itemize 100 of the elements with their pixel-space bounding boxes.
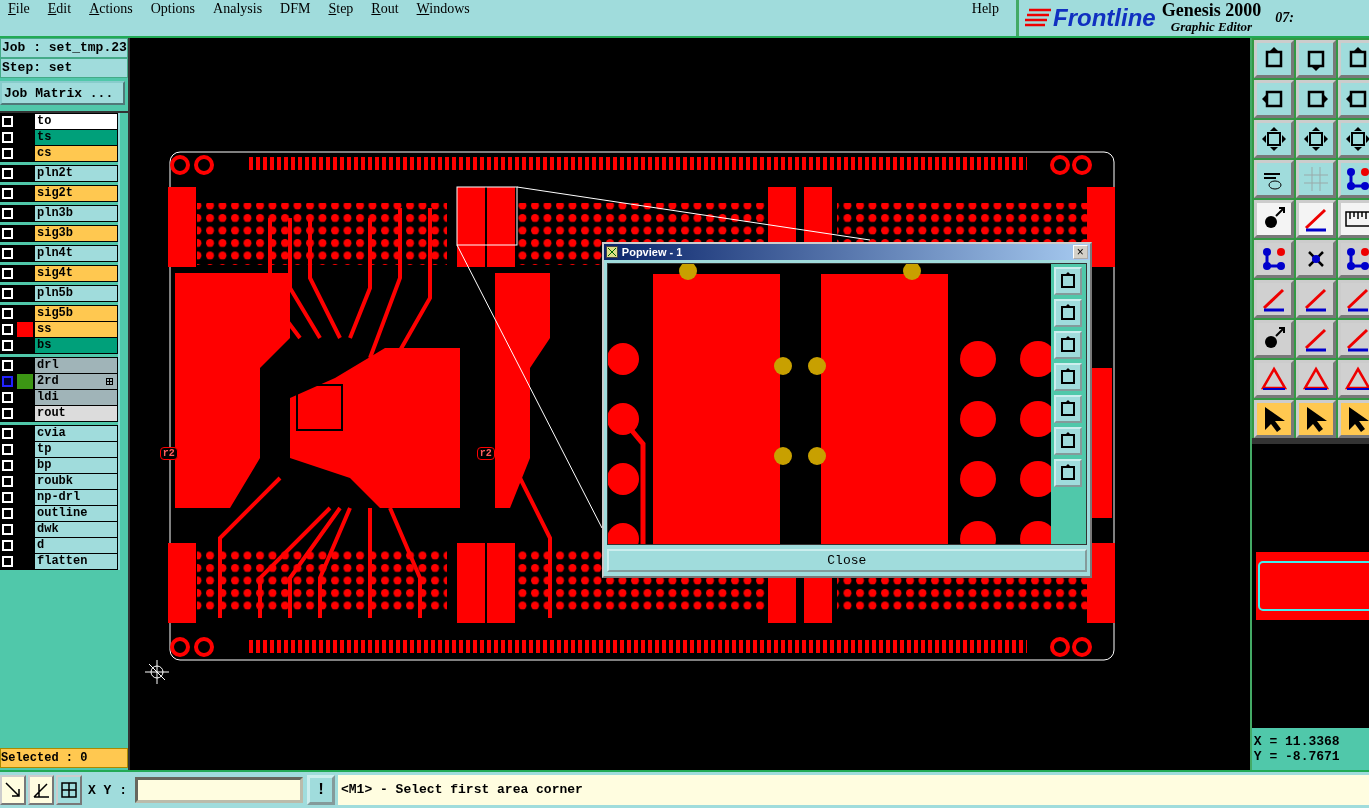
tool-button[interactable] (1295, 320, 1336, 358)
layer-name[interactable]: drl (35, 358, 117, 373)
tool-button[interactable] (1253, 280, 1294, 318)
layer-name[interactable]: dwk (35, 522, 117, 537)
layer-name[interactable]: rout (35, 406, 117, 421)
dots-icon (1344, 246, 1369, 272)
tool-button[interactable] (1295, 360, 1336, 398)
layer-name[interactable]: ss (35, 322, 117, 337)
expand-icon (1302, 126, 1329, 152)
layer-name[interactable]: pln4t (35, 246, 117, 261)
angle-icon (31, 780, 51, 800)
line-icon (1302, 206, 1329, 232)
layer-name[interactable]: ldi (35, 390, 117, 405)
tool-button[interactable] (1295, 120, 1336, 158)
view-button[interactable] (1054, 331, 1083, 360)
menu-item[interactable]: Options (141, 1, 205, 17)
job-name: Job : set_tmp.23 (0, 38, 128, 58)
stripes-icon (1025, 8, 1051, 28)
view-button[interactable] (1054, 395, 1083, 424)
menu-item[interactable]: Edit (38, 1, 81, 17)
layer-name[interactable]: cs (35, 146, 117, 161)
layer-name[interactable]: ts (35, 130, 117, 145)
menu-item[interactable]: Windows (407, 1, 479, 17)
status-message: <M1> - Select first area corner (338, 775, 1369, 805)
tool-button[interactable] (1337, 320, 1369, 358)
close-button[interactable]: × (1072, 245, 1088, 259)
layer-name[interactable]: cvia (35, 426, 117, 441)
tool-button[interactable] (1253, 400, 1294, 438)
view-button[interactable] (1054, 459, 1083, 488)
tool-button[interactable] (1337, 160, 1369, 198)
product-subtitle: Graphic Editor (1170, 19, 1253, 35)
menu-item[interactable]: Actions (80, 1, 142, 17)
tool-button[interactable] (1295, 240, 1336, 278)
layer-name[interactable]: bp (35, 458, 117, 473)
layer-name[interactable]: 2rd (35, 374, 117, 389)
xy-input-field[interactable] (135, 777, 303, 803)
window-icon (605, 246, 618, 258)
x-coordinate: X = 11.3368 (1253, 734, 1341, 749)
menu-item[interactable]: DFM (271, 1, 320, 17)
tool-button[interactable] (1253, 160, 1294, 198)
view-button[interactable] (1054, 427, 1083, 456)
zoom-area-frame (456, 186, 518, 246)
tool-button[interactable] (1253, 40, 1294, 78)
view-button[interactable] (1054, 299, 1083, 328)
help-menu[interactable]: Help (962, 1, 1008, 17)
tool-button[interactable] (1295, 40, 1336, 78)
layer-name[interactable]: sig3b (35, 226, 117, 241)
layer-name[interactable]: pln2t (35, 166, 117, 181)
xy-label: X Y : (88, 782, 127, 798)
layer-name[interactable]: np-drl (35, 490, 117, 505)
layer-name[interactable]: tp (35, 442, 117, 457)
tool-button[interactable] (1295, 400, 1336, 438)
menu-item[interactable]: Rout (362, 1, 408, 17)
tool-button[interactable] (1337, 280, 1369, 318)
tool-button[interactable] (1337, 40, 1369, 78)
tool-button[interactable] (1337, 200, 1369, 238)
layer-name[interactable]: sig4t (35, 266, 117, 281)
menu-item[interactable]: File (4, 1, 39, 17)
confirm-button[interactable]: ! (307, 775, 335, 805)
layer-name[interactable]: to (35, 114, 117, 129)
job-matrix-button[interactable]: Job Matrix ... (0, 81, 125, 105)
menu-item[interactable]: Step (319, 1, 363, 17)
layer-name[interactable]: outline (35, 506, 117, 521)
tool-button[interactable] (1253, 200, 1294, 238)
tool-button[interactable] (1253, 360, 1294, 398)
layer-name[interactable]: pln3b (35, 206, 117, 221)
layer-name[interactable]: sig2t (35, 186, 117, 201)
angle-button[interactable] (28, 775, 54, 805)
tool-button[interactable] (1295, 80, 1336, 118)
tool-button[interactable] (1295, 280, 1336, 318)
tool-button[interactable] (1337, 80, 1369, 118)
board-label: r2 (159, 447, 178, 460)
tool-button[interactable] (1295, 200, 1336, 238)
layer-checkbox[interactable] (2, 376, 13, 387)
tool-button[interactable] (1253, 80, 1294, 118)
menu-item[interactable]: Analysis (204, 1, 272, 17)
grid-snap-button[interactable] (56, 775, 82, 805)
layer-name[interactable]: d (35, 538, 117, 553)
tool-button[interactable] (1337, 240, 1369, 278)
layer-name[interactable]: pln5b (35, 286, 117, 301)
layer-name[interactable]: sig5b (35, 306, 117, 321)
grid-icon (60, 781, 78, 799)
tool-button[interactable] (1253, 320, 1294, 358)
origin-icon (144, 659, 170, 685)
tool-button[interactable] (1253, 120, 1294, 158)
tool-button[interactable] (1253, 240, 1294, 278)
tool-button[interactable] (1337, 360, 1369, 398)
view-button[interactable] (1054, 363, 1083, 392)
layer-name[interactable]: flatten (35, 554, 117, 569)
layer-name[interactable]: roubk (35, 474, 117, 489)
dots-icon (1260, 246, 1287, 272)
tool-button[interactable] (1337, 120, 1369, 158)
tool-button[interactable] (1337, 400, 1369, 438)
y-coordinate: Y = -8.7671 (1253, 749, 1341, 764)
view-button[interactable] (1054, 267, 1083, 296)
line-icon (1302, 326, 1329, 352)
layer-name[interactable]: bs (35, 338, 117, 353)
diagonal-arrow-button[interactable] (0, 775, 26, 805)
close-button[interactable]: Close (606, 549, 1087, 572)
expand-icon (1344, 126, 1369, 152)
